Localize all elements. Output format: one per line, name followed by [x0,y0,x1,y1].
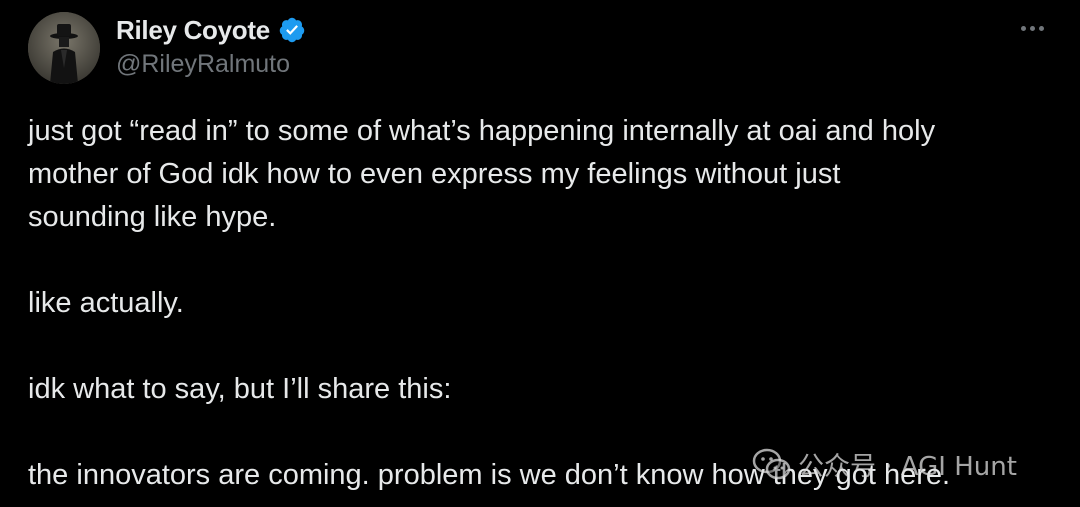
tweet-line: just got “read in” to some of what’s hap… [28,115,936,147]
tweet-line: sounding like hype. [28,201,277,233]
author-display-name[interactable]: Riley Coyote [116,15,270,46]
more-dot [1038,25,1044,31]
author-handle[interactable]: @RileyRalmuto [116,50,290,79]
more-dot [1020,25,1026,31]
avatar[interactable] [28,12,100,84]
more-dot [1029,25,1035,31]
tweet-text: just got “read in” to some of what’s hap… [28,110,1048,497]
tweet-line: idk what to say, but I’ll share this: [28,373,452,405]
more-horizontal-icon[interactable] [1014,14,1050,42]
verified-badge-icon[interactable] [278,16,306,44]
tweet-line: like actually. [28,287,184,319]
tweet-line: the innovators are coming. problem is we… [28,459,951,491]
avatar-figure-in-hat-icon [28,12,100,84]
tweet-card: Riley Coyote @RileyRalmuto just got “rea… [0,0,1080,507]
tweet-line: mother of God idk how to even express my… [28,158,841,190]
author-name-row: Riley Coyote [116,14,306,46]
